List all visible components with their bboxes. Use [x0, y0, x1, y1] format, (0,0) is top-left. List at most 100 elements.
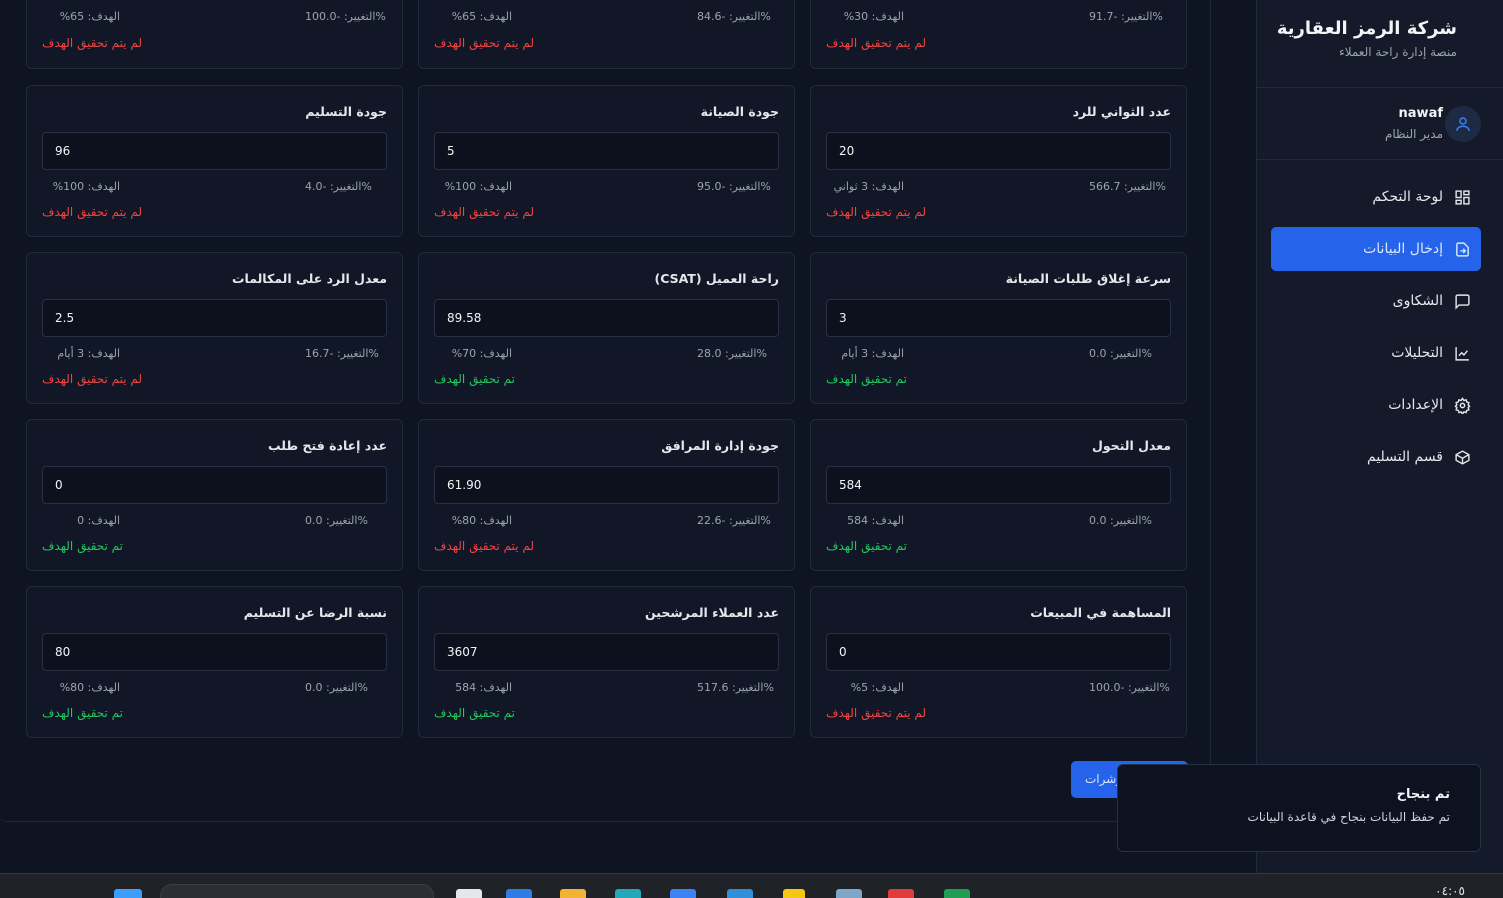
kpi-card: جودة الصيانة الهدف: 100% التغيير: -95.0% لم…	[418, 85, 795, 237]
kpi-target: الهدف: 584	[847, 514, 904, 527]
edge-browser-icon[interactable]	[615, 889, 641, 898]
app-icon-1[interactable]	[456, 889, 482, 898]
kpi-card: المساهمة في المبيعات الهدف: 5% التغيير: -1…	[810, 586, 1187, 738]
excel-icon[interactable]	[944, 889, 970, 898]
chrome-icon[interactable]	[888, 889, 914, 898]
dashboard-grid-icon	[1453, 188, 1471, 206]
kpi-value-input[interactable]	[42, 132, 387, 170]
kpi-status: تم تحقيق الهدف	[826, 372, 907, 386]
kpi-change: التغيير: -84.6%	[697, 10, 771, 23]
kpi-status: لم يتم تحقيق الهدف	[826, 36, 927, 50]
user-role: مدير النظام	[1384, 127, 1443, 141]
kpi-value-input[interactable]	[42, 466, 387, 504]
user-avatar-icon	[1445, 106, 1481, 142]
windows-start-icon[interactable]	[114, 889, 142, 898]
kpi-card: جودة التسليم الهدف: 100% التغيير: -4.0% لم …	[26, 85, 403, 237]
kpi-target: الهدف: 80%	[451, 514, 512, 527]
kpi-value-input[interactable]	[826, 132, 1171, 170]
sidebar-item-gear[interactable]: الإعدادات	[1271, 383, 1481, 427]
company-name: شركة الرمز العقارية	[1276, 18, 1457, 39]
kpi-target: الهدف: 100%	[52, 180, 120, 193]
kpi-target: الهدف: 3 أيام	[841, 347, 904, 360]
kpi-value-input[interactable]	[434, 633, 779, 671]
app-icon-3[interactable]	[836, 889, 862, 898]
gear-icon	[1453, 396, 1471, 414]
company-tagline: منصة إدارة راحة العملاء	[1339, 45, 1457, 59]
toast-title: تم بنجاح	[1396, 787, 1450, 802]
kpi-label: عدد إعادة فتح طلب	[268, 438, 387, 453]
kpi-change: التغيير: -100.0%	[305, 10, 386, 23]
sidebar-item-line-chart[interactable]: التحليلات	[1271, 331, 1481, 375]
kpi-label: المساهمة في المبيعات	[1030, 605, 1171, 620]
kpi-status: لم يتم تحقيق الهدف	[42, 36, 143, 50]
kpi-value-input[interactable]	[826, 466, 1171, 504]
kpi-target: الهدف: 65%	[59, 10, 120, 23]
taskbar-search-input[interactable]	[160, 884, 434, 898]
app-icon-2[interactable]	[506, 889, 532, 898]
kpi-value-input[interactable]	[434, 466, 779, 504]
kpi-target: الهدف: 100%	[444, 180, 512, 193]
store-icon[interactable]	[670, 889, 696, 898]
kpi-card: عدد العملاء المرشحين الهدف: 584 التغيير: 5…	[418, 586, 795, 738]
kpi-value-input[interactable]	[434, 299, 779, 337]
kpi-change: التغيير: -91.7%	[1089, 10, 1163, 23]
sidebar-item-data-entry[interactable]: إدخال البيانات	[1271, 227, 1481, 271]
sidebar-item-label: الإعدادات	[1388, 397, 1443, 413]
kpi-label: معدل الرد على المكالمات	[231, 271, 387, 286]
kpi-label: عدد الثواني للرد	[1072, 104, 1171, 119]
kpi-change: التغيير: -100.0%	[1089, 681, 1170, 694]
kpi-target: الهدف: 3 ثواني	[833, 180, 904, 193]
kpi-card: نسبة الرضا عن التسليم الهدف: 80% التغيير: …	[26, 586, 403, 738]
sidebar-item-label: الشكاوى	[1392, 293, 1443, 309]
kpi-status: تم تحقيق الهدف	[42, 706, 123, 720]
sidebar-item-label: لوحة التحكم	[1372, 189, 1443, 205]
user-profile[interactable]: nawaf مدير النظام	[1257, 88, 1503, 160]
kpi-value-input[interactable]	[42, 633, 387, 671]
kpi-value-input[interactable]	[826, 633, 1171, 671]
kpi-value-input[interactable]	[434, 132, 779, 170]
brand: شركة الرمز العقارية منصة إدارة راحة العم…	[1257, 0, 1503, 88]
kpi-label: معدل التحول	[1092, 438, 1171, 453]
kpi-label: جودة الصيانة	[700, 104, 779, 119]
kpi-card: الهدف: 65% التغيير: -100.0% لم يتم تحقيق ا…	[26, 0, 403, 69]
kpi-card: عدد الثواني للرد الهدف: 3 ثواني التغيير: 5…	[810, 85, 1187, 237]
kpi-card: معدل التحول الهدف: 584 التغيير: 0.0% تم تحق…	[810, 419, 1187, 571]
sidebar-item-dashboard-grid[interactable]: لوحة التحكم	[1271, 175, 1481, 219]
kpi-target: الهدف: 65%	[451, 10, 512, 23]
kpi-value-input[interactable]	[826, 299, 1171, 337]
kpi-value-input[interactable]	[42, 299, 387, 337]
sidebar-nav: لوحة التحكم إدخال البيانات الشكاوى التحليلا…	[1271, 175, 1481, 487]
kpi-target: الهدف: 5%	[850, 681, 904, 694]
chat-bubble-icon	[1453, 292, 1471, 310]
data-entry-panel: الهدف: 30% التغيير: -91.7% لم يتم تحقيق ال…	[0, 0, 1211, 822]
kpi-status: لم يتم تحقيق الهدف	[434, 539, 535, 553]
powerbi-icon[interactable]	[783, 889, 805, 898]
kpi-change: التغيير: -22.6%	[697, 514, 771, 527]
kpi-label: نسبة الرضا عن التسليم	[243, 605, 387, 620]
kpi-status: تم تحقيق الهدف	[434, 706, 515, 720]
kpi-card: راحة العميل (CSAT) الهدف: 70% التغيير: 28.…	[418, 252, 795, 404]
toast-message: تم حفظ البيانات بنجاح في قاعدة البيانات	[1247, 810, 1450, 824]
kpi-label: جودة التسليم	[305, 104, 387, 119]
kpi-target: الهدف: 3 أيام	[57, 347, 120, 360]
kpi-status: لم يتم تحقيق الهدف	[434, 36, 535, 50]
kpi-target: الهدف: 30%	[843, 10, 904, 23]
kpi-status: تم تحقيق الهدف	[434, 372, 515, 386]
kpi-status: لم يتم تحقيق الهدف	[42, 205, 143, 219]
kpi-label: عدد العملاء المرشحين	[645, 605, 779, 620]
mail-icon[interactable]	[727, 889, 753, 898]
kpi-change: التغيير: -95.0%	[697, 180, 771, 193]
sidebar-item-package-box[interactable]: قسم التسليم	[1271, 435, 1481, 479]
kpi-change: التغيير: 0.0%	[305, 514, 368, 527]
folder-icon[interactable]	[560, 889, 586, 898]
kpi-status: لم يتم تحقيق الهدف	[434, 205, 535, 219]
app-window: الهدف: 30% التغيير: -91.7% لم يتم تحقيق ال…	[0, 0, 1503, 873]
taskbar-clock: ٠٤:٠٥	[1435, 884, 1465, 898]
kpi-status: لم يتم تحقيق الهدف	[826, 706, 927, 720]
kpi-change: التغيير: 0.0%	[1089, 347, 1152, 360]
sidebar-item-chat-bubble[interactable]: الشكاوى	[1271, 279, 1481, 323]
kpi-label: سرعة إغلاق طلبات الصيانة	[1005, 271, 1171, 286]
package-box-icon	[1453, 448, 1471, 466]
sidebar-item-label: إدخال البيانات	[1363, 241, 1443, 257]
kpi-card: جودة إدارة المرافق الهدف: 80% التغيير: -22…	[418, 419, 795, 571]
